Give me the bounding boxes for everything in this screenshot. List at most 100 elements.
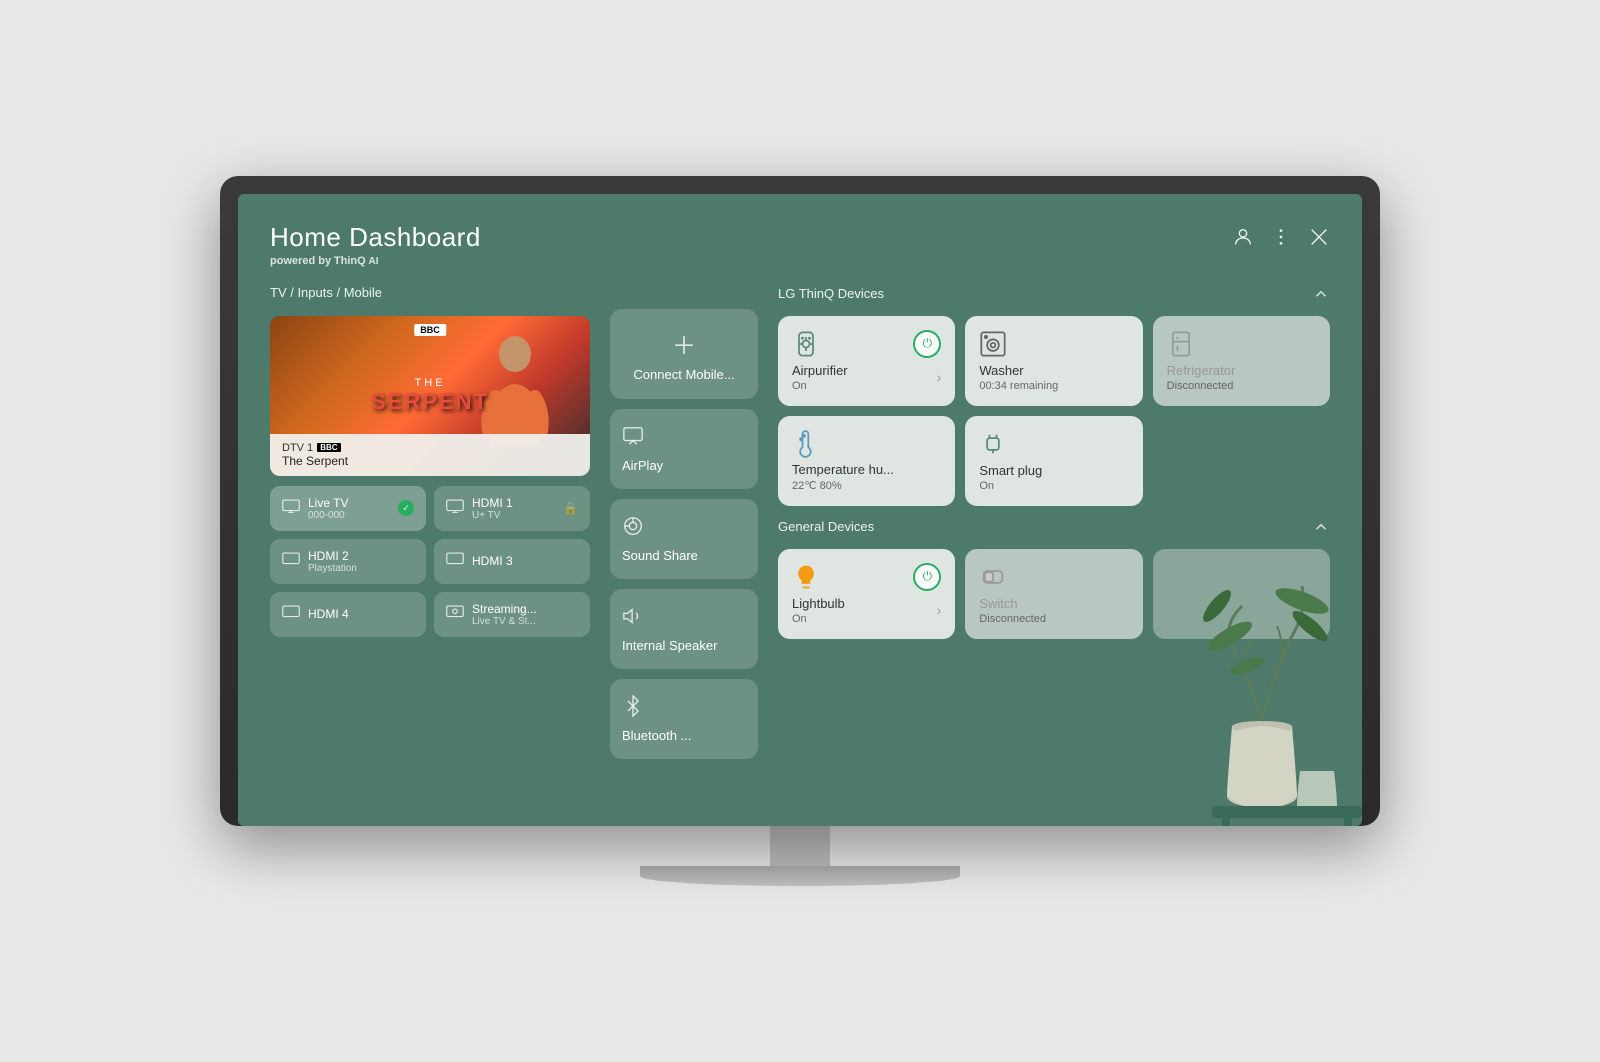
airplay-label: AirPlay: [622, 458, 663, 473]
close-icon[interactable]: [1308, 226, 1330, 254]
device-card-switch[interactable]: Switch Disconnected: [965, 549, 1142, 639]
smartplug-name: Smart plug: [979, 463, 1042, 478]
tv-info-bar: DTV 1 BBC The Serpent: [270, 434, 590, 476]
more-options-icon[interactable]: [1270, 226, 1292, 254]
tv-inputs-label: TV / Inputs / Mobile: [270, 285, 590, 300]
airpurifier-icon: [792, 330, 820, 362]
thinq-devices-grid: ⏻ Airpurifier On ›: [778, 316, 1330, 506]
device-card-smartplug[interactable]: Smart plug On: [965, 416, 1142, 506]
switch-status: Disconnected: [979, 613, 1046, 625]
general-section-header: General Devices: [778, 518, 1330, 541]
input-hdmi4-text: HDMI 4: [308, 607, 349, 621]
lightbulb-power-btn[interactable]: ⏻: [913, 563, 941, 591]
internal-speaker-label: Internal Speaker: [622, 638, 717, 653]
thinq-collapse-btn[interactable]: [1312, 285, 1330, 308]
temperature-name: Temperature hu...: [792, 462, 894, 477]
general-devices-section: General Devices: [778, 518, 1330, 639]
header-subtitle: powered by ThinQ AI: [270, 255, 481, 267]
input-card-live-tv[interactable]: Live TV 000-000 ✓: [270, 486, 426, 531]
page-title: Home Dashboard: [270, 222, 481, 253]
active-check-icon: ✓: [398, 500, 414, 516]
lightbulb-status: On: [792, 613, 845, 625]
streaming-icon: [446, 605, 464, 624]
show-silhouette: [480, 336, 550, 446]
washer-name: Washer: [979, 363, 1058, 378]
input-card-hdmi3[interactable]: HDMI 3: [434, 539, 590, 584]
hdmi4-icon: [282, 605, 300, 624]
tv-stand-base: [640, 866, 960, 886]
hdmi-icon: [446, 499, 464, 518]
device-card-lightbulb[interactable]: ⏻ Lightbulb On ›: [778, 549, 955, 639]
devices-panel: LG ThinQ Devices: [778, 285, 1330, 802]
input-hdmi2-text: HDMI 2 Playstation: [308, 549, 357, 574]
thinq-section-header: LG ThinQ Devices: [778, 285, 1330, 308]
input-card-hdmi1[interactable]: HDMI 1 U+ TV 🔒: [434, 486, 590, 531]
airpurifier-name: Airpurifier: [792, 363, 848, 378]
sound-share-icon: [622, 515, 644, 542]
tv-icon: [282, 499, 300, 518]
tv-preview-card[interactable]: BBC: [270, 316, 590, 476]
bluetooth-card[interactable]: Bluetooth ...: [610, 679, 758, 759]
input-streaming-text: Streaming... Live TV & St...: [472, 602, 537, 627]
lightbulb-chevron: ›: [937, 602, 942, 618]
plus-icon: ＋: [672, 326, 696, 361]
smartplug-status: On: [979, 480, 1042, 492]
airpurifier-chevron: ›: [937, 369, 942, 385]
device-card-airpurifier[interactable]: ⏻ Airpurifier On ›: [778, 316, 955, 406]
bbc-badge: BBC: [414, 324, 446, 336]
input-card-streaming[interactable]: Streaming... Live TV & St...: [434, 592, 590, 637]
tv-channel-info: DTV 1 BBC The Serpent: [282, 442, 348, 468]
general-collapse-btn[interactable]: [1312, 518, 1330, 541]
hdmi3-icon: [446, 552, 464, 571]
temperature-status: 22℃ 80%: [792, 479, 894, 492]
tv-stand-neck: [770, 826, 830, 866]
general-section-label: General Devices: [778, 519, 874, 534]
hdmi2-icon: [282, 552, 300, 571]
lock-icon: 🔒: [563, 501, 578, 515]
dashboard-header: Home Dashboard powered by ThinQ AI: [270, 222, 1330, 267]
empty-device-slot: [1153, 549, 1330, 639]
internal-speaker-card[interactable]: Internal Speaker: [610, 589, 758, 669]
main-content: TV / Inputs / Mobile BBC: [270, 285, 1330, 802]
switch-name: Switch: [979, 596, 1046, 611]
thinq-devices-section: LG ThinQ Devices: [778, 285, 1330, 506]
airplay-card[interactable]: AirPlay: [610, 409, 758, 489]
washer-status: 00:34 remaining: [979, 380, 1058, 392]
profile-icon[interactable]: [1232, 226, 1254, 254]
bluetooth-icon: [622, 695, 644, 722]
input-hdmi1-text: HDMI 1 U+ TV: [472, 496, 513, 521]
header-title-group: Home Dashboard powered by ThinQ AI: [270, 222, 481, 267]
sound-share-card[interactable]: Sound Share: [610, 499, 758, 579]
device-card-temperature[interactable]: Temperature hu... 22℃ 80%: [778, 416, 955, 506]
connect-mobile-label: Connect Mobile...: [633, 367, 734, 382]
airpurifier-power-btn[interactable]: ⏻: [913, 330, 941, 358]
refrigerator-status: Disconnected: [1167, 380, 1236, 392]
input-cards-grid: Live TV 000-000 ✓: [270, 486, 590, 637]
lightbulb-icon: [792, 563, 820, 595]
input-card-hdmi2[interactable]: HDMI 2 Playstation: [270, 539, 426, 584]
temperature-icon: [792, 430, 820, 462]
input-card-hdmi4[interactable]: HDMI 4: [270, 592, 426, 637]
bluetooth-label: Bluetooth ...: [622, 728, 691, 743]
washer-icon: [979, 330, 1007, 362]
device-card-washer[interactable]: Washer 00:34 remaining: [965, 316, 1142, 406]
switch-icon: [979, 563, 1007, 595]
smartplug-icon: [979, 430, 1007, 462]
connect-mobile-card[interactable]: ＋ Connect Mobile...: [610, 309, 758, 399]
airpurifier-status: On: [792, 380, 848, 392]
header-controls: [1232, 222, 1330, 254]
mobile-actions-panel: ＋ Connect Mobile... AirPlay: [610, 285, 758, 802]
input-hdmi3-text: HDMI 3: [472, 554, 513, 568]
refrigerator-icon: [1167, 330, 1195, 362]
general-devices-grid: ⏻ Lightbulb On ›: [778, 549, 1330, 639]
speaker-icon: [622, 605, 644, 632]
sound-share-label: Sound Share: [622, 548, 698, 563]
lightbulb-name: Lightbulb: [792, 596, 845, 611]
airplay-icon: [622, 425, 644, 452]
show-title: THE SERPENT: [371, 377, 489, 415]
device-card-refrigerator[interactable]: Refrigerator Disconnected: [1153, 316, 1330, 406]
thinq-section-label: LG ThinQ Devices: [778, 286, 884, 301]
tv-inputs-panel: TV / Inputs / Mobile BBC: [270, 285, 590, 802]
refrigerator-name: Refrigerator: [1167, 363, 1236, 378]
input-live-tv-text: Live TV 000-000: [308, 496, 348, 521]
